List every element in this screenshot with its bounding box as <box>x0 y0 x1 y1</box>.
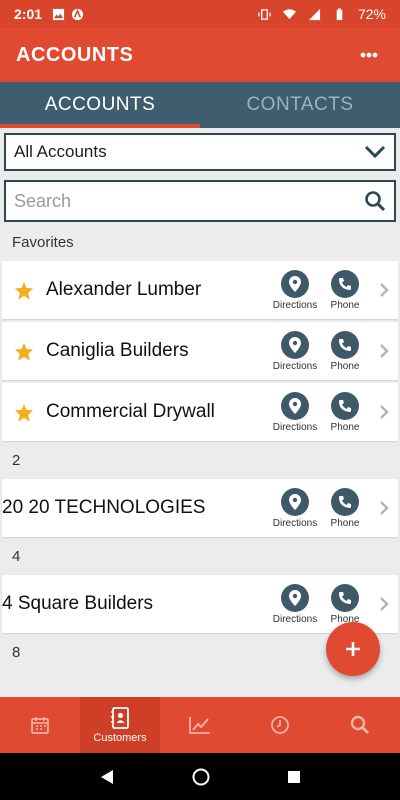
list-item[interactable]: 20 20 TECHNOLOGIES Directions Phone <box>2 479 398 537</box>
directions-label: Directions <box>272 613 318 625</box>
phone-icon <box>339 338 351 351</box>
system-nav-bar <box>0 753 400 800</box>
map-pin-icon <box>289 493 301 510</box>
signal-icon <box>308 8 321 20</box>
account-name: Alexander Lumber <box>46 279 202 300</box>
phone-icon <box>339 399 351 412</box>
calendar-icon <box>31 717 49 734</box>
status-time: 2:01 <box>14 6 43 22</box>
map-pin-icon <box>289 275 301 292</box>
phone-icon <box>339 495 351 508</box>
account-name: 20 20 TECHNOLOGIES <box>2 497 206 518</box>
list-item[interactable]: Caniglia Builders Directions Phone <box>2 322 398 380</box>
directions-button[interactable]: Directions <box>270 583 320 625</box>
phone-label: Phone <box>330 421 360 433</box>
more-button[interactable] <box>354 40 384 70</box>
star-icon[interactable] <box>14 342 34 361</box>
battery-percent: 72% <box>357 6 386 22</box>
tab-bar: ACCOUNTS CONTACTS <box>0 82 400 128</box>
account-name: Caniglia Builders <box>46 340 189 361</box>
phone-button[interactable]: Phone <box>320 583 370 625</box>
chevron-down-icon <box>364 145 386 159</box>
star-icon[interactable] <box>14 403 34 422</box>
search-input[interactable] <box>14 190 364 212</box>
trend-chart-icon <box>189 717 210 734</box>
chevron-right-icon <box>380 501 389 515</box>
recents-icon[interactable] <box>287 770 301 784</box>
directions-button[interactable]: Directions <box>270 391 320 433</box>
app-bar: ACCOUNTS <box>0 28 400 82</box>
status-bar: 2:01 72% <box>0 0 400 28</box>
section-header-2: 2 <box>12 451 21 469</box>
vibrate-icon <box>258 8 271 20</box>
phone-icon <box>339 277 351 290</box>
home-icon[interactable] <box>192 768 210 786</box>
map-pin-icon <box>289 397 301 414</box>
chevron-right-icon <box>380 405 389 419</box>
phone-button[interactable]: Phone <box>320 330 370 372</box>
search-bar <box>4 180 396 222</box>
nav-reports[interactable] <box>160 697 240 753</box>
account-name: 4 Square Builders <box>2 593 154 614</box>
phone-button[interactable]: Phone <box>320 487 370 529</box>
tab-contacts[interactable]: CONTACTS <box>200 82 400 128</box>
list-item[interactable]: 4 Square Builders Directions Phone <box>2 575 398 633</box>
account-filter-value: All Accounts <box>14 142 107 161</box>
directions-label: Directions <box>272 517 318 529</box>
list-item[interactable]: Alexander Lumber Directions Phone <box>2 261 398 319</box>
map-pin-icon <box>289 336 301 353</box>
phone-label: Phone <box>330 299 360 311</box>
search-icon <box>350 715 369 734</box>
phone-icon <box>339 591 351 604</box>
map-pin-icon <box>289 589 301 606</box>
account-filter-select[interactable]: All Accounts <box>4 133 396 171</box>
back-icon[interactable] <box>99 769 115 785</box>
phone-label: Phone <box>330 517 360 529</box>
list-item[interactable]: Commercial Drywall Directions Phone <box>2 383 398 441</box>
section-header-4: 4 <box>12 547 21 565</box>
account-name: Commercial Drywall <box>46 401 215 422</box>
chevron-right-icon <box>380 283 389 297</box>
directions-label: Directions <box>272 299 318 311</box>
phone-button[interactable]: Phone <box>320 391 370 433</box>
battery-icon <box>336 7 343 20</box>
tab-accounts[interactable]: ACCOUNTS <box>0 82 200 128</box>
chevron-right-icon <box>380 597 389 611</box>
phone-label: Phone <box>330 360 360 372</box>
wifi-icon <box>282 8 296 19</box>
nav-history[interactable] <box>240 697 320 753</box>
nav-calendar[interactable] <box>0 697 80 753</box>
bottom-nav: Customers <box>0 697 400 753</box>
search-icon[interactable] <box>364 190 386 212</box>
directions-button[interactable]: Directions <box>270 487 320 529</box>
page-title: ACCOUNTS <box>16 43 134 66</box>
more-horizontal-icon <box>360 52 378 58</box>
directions-label: Directions <box>272 421 318 433</box>
plus-icon <box>346 642 360 656</box>
directions-button[interactable]: Directions <box>270 330 320 372</box>
star-icon[interactable] <box>14 281 34 300</box>
add-account-button[interactable] <box>326 622 380 676</box>
contact-book-icon <box>111 706 129 729</box>
nav-search[interactable] <box>320 697 400 753</box>
chevron-right-icon <box>380 344 389 358</box>
nav-customers-label: Customers <box>93 731 147 744</box>
clock-icon <box>271 716 289 734</box>
image-notification-icon <box>52 8 65 20</box>
nav-customers[interactable]: Customers <box>80 697 160 753</box>
section-header-favorites: Favorites <box>12 233 74 251</box>
directions-label: Directions <box>272 360 318 372</box>
directions-button[interactable]: Directions <box>270 269 320 311</box>
phone-button[interactable]: Phone <box>320 269 370 311</box>
app-notification-icon <box>71 8 84 20</box>
